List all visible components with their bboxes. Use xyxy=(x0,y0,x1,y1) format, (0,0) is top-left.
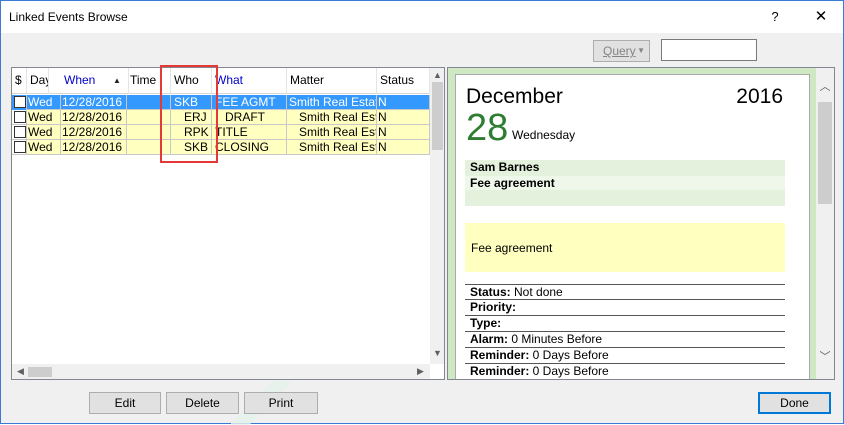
query-label: Query xyxy=(603,44,636,58)
print-button[interactable]: Print xyxy=(244,392,318,414)
cell-day: Wed xyxy=(27,95,61,110)
table-row[interactable]: Wed 12/28/2016 RPK TITLE Smith Real Esta… xyxy=(12,125,430,140)
detail-vertical-scroll-thumb[interactable] xyxy=(818,102,832,204)
events-grid: $ Day When ▲ Time Who What Matter Status… xyxy=(11,67,445,380)
sort-ascending-icon: ▲ xyxy=(113,76,121,85)
row-checkbox[interactable] xyxy=(14,111,26,123)
row-select-cell xyxy=(12,95,27,110)
scroll-right-icon[interactable]: ▶ xyxy=(413,366,428,377)
field-value: 0 Days Before xyxy=(529,348,609,362)
cell-when: 12/28/2016 xyxy=(61,110,127,125)
column-header-when-label: When xyxy=(64,73,96,87)
event-fields: Status: Not done Priority: Type: Alarm: … xyxy=(465,284,785,379)
event-year: 2016 xyxy=(736,85,783,108)
grid-vertical-scroll-thumb[interactable] xyxy=(432,82,443,150)
cell-status: N xyxy=(377,110,430,125)
query-input[interactable] xyxy=(661,39,757,61)
table-row[interactable]: Wed 12/28/2016 SKB FEE AGMT Smith Real E… xyxy=(12,95,430,110)
cell-what: FEE AGMT xyxy=(212,95,287,110)
scroll-down-icon[interactable]: ﹀ xyxy=(817,348,833,364)
cell-status: N xyxy=(377,140,430,155)
dialog-window: Linked Events Browse ? ✕ Query ▼ $ Day W… xyxy=(0,0,844,425)
row-select-cell xyxy=(12,125,27,140)
query-button[interactable]: Query ▼ xyxy=(593,40,650,62)
field-label: Priority: xyxy=(470,300,517,314)
detail-background: December 2016 28 Wednesday Sam Barnes Fe… xyxy=(448,68,816,379)
cell-matter: Smith Real Estate xyxy=(287,110,377,125)
cell-when: 12/28/2016 xyxy=(61,95,127,110)
cell-what: TITLE xyxy=(212,125,287,140)
done-button[interactable]: Done xyxy=(758,392,831,414)
grid-header: $ Day When ▲ Time Who What Matter Status xyxy=(12,68,430,94)
field-value: 0 Days Before xyxy=(529,364,609,378)
field-label: Reminder: xyxy=(470,348,530,362)
cell-matter: Smith Real Estate xyxy=(287,140,377,155)
table-row[interactable]: Wed 12/28/2016 ERJ DRAFT Smith Real Esta… xyxy=(12,110,430,125)
column-header-day[interactable]: Day xyxy=(27,68,49,94)
detail-vertical-scrollbar[interactable]: ︿ ﹀ xyxy=(816,68,834,379)
scroll-left-icon[interactable]: ◀ xyxy=(13,366,28,377)
event-card: December 2016 28 Wednesday Sam Barnes Fe… xyxy=(455,74,810,379)
event-month: December xyxy=(466,85,563,108)
field-label: Status: xyxy=(470,285,511,299)
title-bar: Linked Events Browse ? ✕ xyxy=(1,1,843,33)
cell-day: Wed xyxy=(27,125,61,140)
row-select-cell xyxy=(12,140,27,155)
column-header-matter[interactable]: Matter xyxy=(287,68,377,94)
field-label: Type: xyxy=(470,316,502,330)
field-type: Type: xyxy=(465,316,785,332)
cell-day: Wed xyxy=(27,110,61,125)
event-what: Fee agreement xyxy=(470,176,555,190)
edit-button[interactable]: Edit xyxy=(89,392,161,414)
column-header-status[interactable]: Status xyxy=(377,68,430,94)
field-priority: Priority: xyxy=(465,300,785,316)
event-detail-panel: December 2016 28 Wednesday Sam Barnes Fe… xyxy=(447,67,835,380)
scroll-up-icon[interactable]: ▲ xyxy=(430,70,444,80)
event-note: Fee agreement xyxy=(465,223,785,272)
cell-matter: Smith Real Estate xyxy=(287,125,377,140)
close-button[interactable]: ✕ xyxy=(801,3,841,31)
event-weekday: Wednesday xyxy=(512,128,576,142)
window-title: Linked Events Browse xyxy=(9,10,128,24)
row-checkbox[interactable] xyxy=(14,96,26,108)
annotation-highlight-box xyxy=(160,65,218,163)
field-reminder: Reminder: 0 Days Before xyxy=(465,348,785,364)
chevron-down-icon: ▼ xyxy=(637,46,645,55)
field-label: Alarm: xyxy=(470,332,509,346)
field-reminder-2: Reminder: 0 Days Before xyxy=(465,364,785,379)
field-label: Reminder: xyxy=(470,364,530,378)
cell-what: DRAFT xyxy=(212,110,287,125)
scroll-down-icon[interactable]: ▼ xyxy=(430,348,444,358)
grid-horizontal-scrollbar[interactable]: ◀ ▶ xyxy=(12,364,430,379)
event-who: Sam Barnes xyxy=(470,160,540,174)
row-checkbox[interactable] xyxy=(14,141,26,153)
field-value: Not done xyxy=(510,285,563,299)
scroll-up-icon[interactable]: ︿ xyxy=(817,78,833,94)
grid-horizontal-scroll-thumb[interactable] xyxy=(28,367,52,377)
delete-button[interactable]: Delete xyxy=(166,392,239,414)
cell-status: N xyxy=(377,125,430,140)
grid-vertical-scrollbar[interactable]: ▲ ▼ xyxy=(430,68,444,364)
cell-day: Wed xyxy=(27,140,61,155)
cell-when: 12/28/2016 xyxy=(61,140,127,155)
cell-matter: Smith Real Estate xyxy=(287,95,377,110)
column-header-dollar[interactable]: $ xyxy=(12,68,27,94)
field-status: Status: Not done xyxy=(465,284,785,300)
event-note-text: Fee agreement xyxy=(471,241,553,255)
column-header-what[interactable]: What xyxy=(212,68,287,94)
column-header-when[interactable]: When ▲ xyxy=(61,68,129,94)
cell-status: N xyxy=(377,95,430,110)
event-day-number: 28 xyxy=(466,107,509,149)
row-checkbox[interactable] xyxy=(14,126,26,138)
field-value: 0 Minutes Before xyxy=(508,332,603,346)
table-row[interactable]: Wed 12/28/2016 SKB CLOSING Smith Real Es… xyxy=(12,140,430,155)
row-select-cell xyxy=(12,110,27,125)
cell-when: 12/28/2016 xyxy=(61,125,127,140)
cell-what: CLOSING xyxy=(212,140,287,155)
help-button[interactable]: ? xyxy=(761,3,789,31)
field-alarm: Alarm: 0 Minutes Before xyxy=(465,332,785,348)
